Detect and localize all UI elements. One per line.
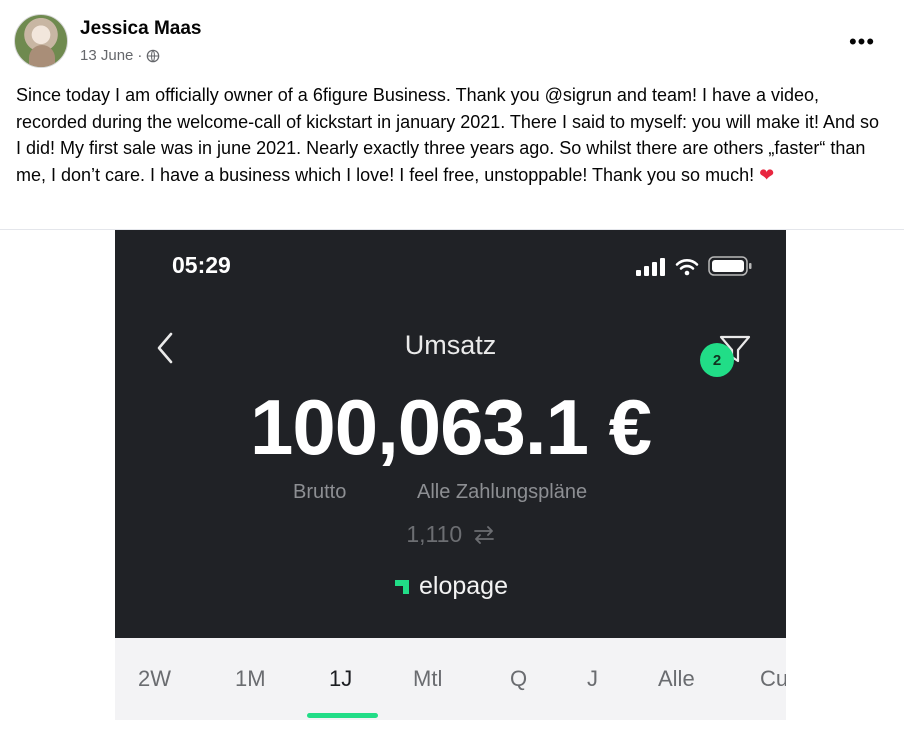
screen-title: Umsatz	[404, 330, 497, 360]
elopage-logo-icon	[395, 579, 409, 594]
tab-mtl[interactable]: Mtl	[413, 666, 442, 692]
tab-2w[interactable]: 2W	[138, 666, 171, 692]
post-body: Since today I am officially owner of a 6…	[16, 85, 880, 185]
status-icons	[636, 256, 752, 276]
filter-count-badge: 2	[700, 343, 734, 377]
signal-icon	[636, 258, 665, 276]
sales-count: 1,110	[115, 521, 786, 548]
wifi-icon	[675, 259, 699, 276]
post-header: Jessica Maas 13 June · •••	[14, 14, 890, 70]
revenue-amount: 100,063.1 €	[249, 383, 652, 471]
payment-plans-label[interactable]: Alle Zahlungspläne	[417, 481, 587, 504]
tab-alle[interactable]: Alle	[658, 666, 695, 692]
globe-icon	[147, 49, 160, 62]
sales-count-value: 1,110	[406, 521, 463, 547]
post-text: Since today I am officially owner of a 6…	[16, 82, 888, 188]
attached-screenshot[interactable]: 05:29 Umsatz 2 100,063.1 € Brutto Alle Z…	[115, 230, 786, 638]
status-time: 05:29	[172, 252, 231, 278]
active-tab-indicator	[307, 713, 378, 718]
gross-label[interactable]: Brutto	[293, 481, 346, 504]
tab-1j[interactable]: 1J	[329, 666, 352, 692]
meta-separator: ·	[137, 47, 143, 64]
more-horizontal-icon: •••	[848, 29, 876, 54]
brand-logo: elopage	[115, 572, 786, 601]
tab-1m[interactable]: 1M	[235, 666, 266, 692]
tab-q[interactable]: Q	[510, 666, 527, 692]
battery-icon	[708, 256, 752, 276]
brand-name: elopage	[419, 572, 508, 600]
tab-j[interactable]: J	[587, 666, 598, 692]
heart-emoji-icon: ❤	[759, 164, 775, 185]
avatar[interactable]	[14, 14, 68, 68]
tab-cu[interactable]: Cu	[760, 666, 786, 692]
author-name[interactable]: Jessica Maas	[80, 18, 202, 40]
swap-arrows-icon	[473, 526, 494, 544]
post-meta: 13 June ·	[80, 47, 160, 64]
post-date[interactable]: 13 June	[80, 47, 133, 64]
more-options-button[interactable]: •••	[844, 24, 880, 60]
period-tabs: 2W 1M 1J Mtl Q J Alle Cu	[115, 638, 786, 720]
